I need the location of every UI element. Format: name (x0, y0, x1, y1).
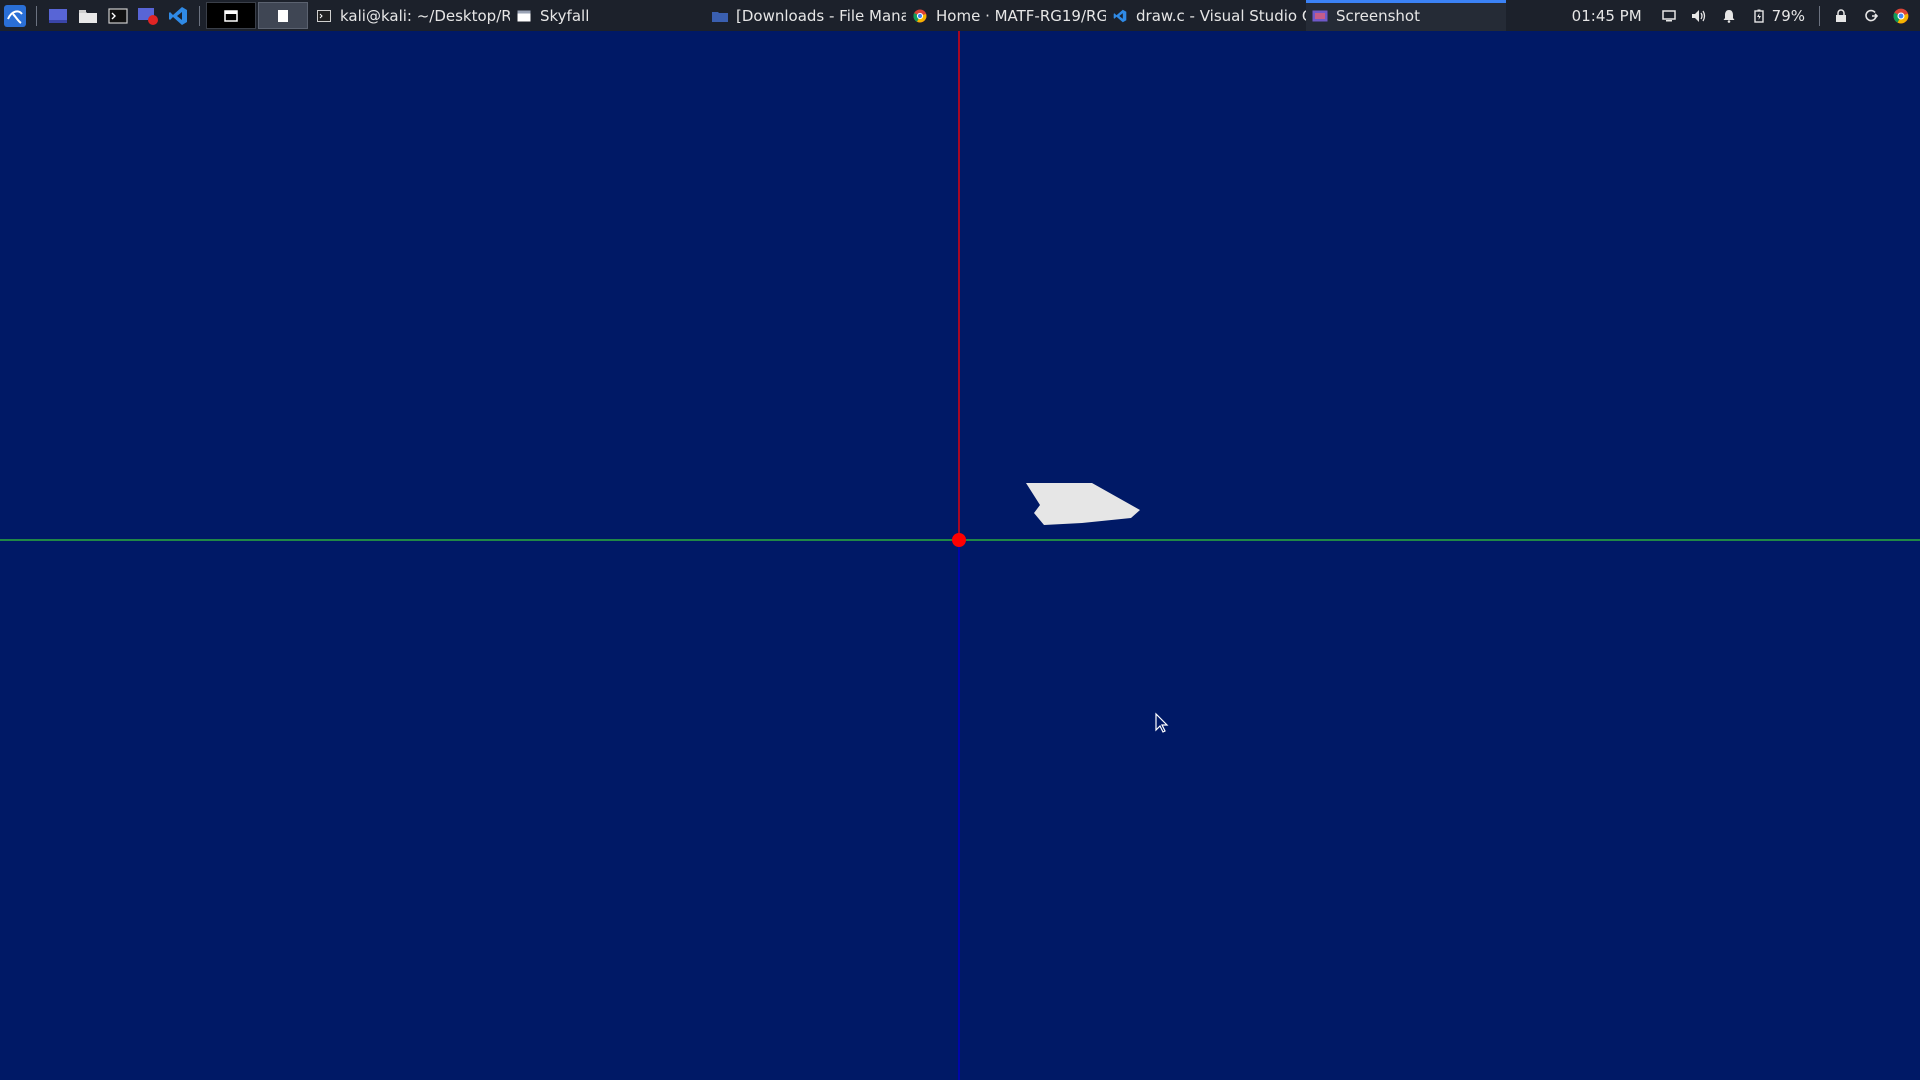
logout-icon[interactable] (1861, 6, 1881, 26)
kali-menu-icon[interactable] (2, 3, 28, 29)
separator (1819, 5, 1820, 26)
task-skyfall[interactable]: Skyfall (510, 0, 706, 31)
screen-recorder-launcher-icon[interactable] (135, 3, 161, 29)
battery-indicator[interactable]: 79% (1744, 6, 1805, 26)
workspace-1[interactable] (206, 2, 256, 29)
workspace-2[interactable] (258, 2, 308, 29)
task-label: Screenshot (1336, 6, 1420, 25)
origin-point (952, 533, 966, 547)
chrome-tray-icon[interactable] (1891, 6, 1911, 26)
screenshot-icon (1312, 8, 1328, 24)
task-label: Skyfall (540, 6, 590, 25)
separator (199, 5, 200, 26)
terminal-launcher-icon[interactable] (105, 3, 131, 29)
task-label: kali@kali: ~/Desktop/RG... (340, 6, 510, 25)
task-label: draw.c - Visual Studio C... (1136, 6, 1306, 25)
vscode-launcher-icon[interactable] (165, 3, 191, 29)
window-icon (516, 8, 532, 24)
file-manager-launcher-icon[interactable] (75, 3, 101, 29)
show-desktop-icon[interactable] (45, 3, 71, 29)
task-label: Home · MATF-RG19/RG... (936, 6, 1106, 25)
separator (36, 5, 37, 26)
lock-icon[interactable] (1831, 6, 1851, 26)
chrome-icon (912, 8, 928, 24)
folder-icon (712, 8, 728, 24)
viewport-background (0, 31, 1920, 1080)
task-label: [Downloads - File Mana... (736, 6, 906, 25)
workspace-1-icon (224, 9, 238, 22)
task-chrome[interactable]: Home · MATF-RG19/RG... (906, 0, 1106, 31)
taskbar: kali@kali: ~/Desktop/RG... Skyfall [Down… (0, 0, 1920, 31)
vscode-icon (1112, 8, 1128, 24)
notification-bell-icon[interactable] (1719, 6, 1739, 26)
clock[interactable]: 01:45 PM (1572, 7, 1642, 25)
display-icon[interactable] (1659, 6, 1679, 26)
task-file-manager[interactable]: [Downloads - File Mana... (706, 0, 906, 31)
workspace-2-icon (278, 9, 288, 22)
battery-percent: 79% (1771, 6, 1805, 25)
task-vscode[interactable]: draw.c - Visual Studio C... (1106, 0, 1306, 31)
volume-icon[interactable] (1689, 6, 1709, 26)
terminal-icon (316, 8, 332, 24)
task-terminal[interactable]: kali@kali: ~/Desktop/RG... (310, 0, 510, 31)
battery-charging-icon (1749, 6, 1769, 26)
opengl-viewport[interactable] (0, 31, 1920, 1080)
task-screenshot[interactable]: Screenshot (1306, 0, 1506, 31)
